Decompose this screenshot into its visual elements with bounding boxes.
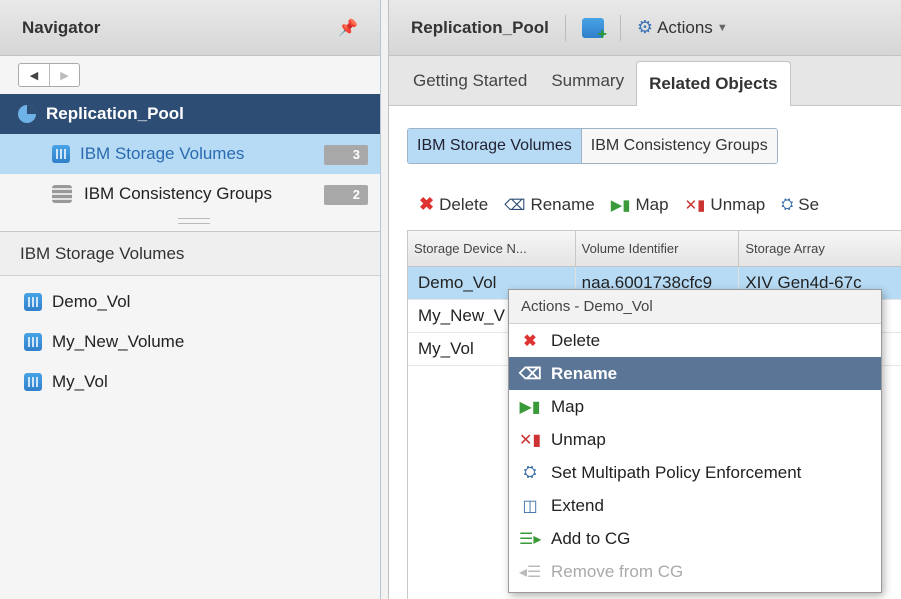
delete-button[interactable]: ✖ Delete xyxy=(419,194,488,215)
history-buttons: ◀ ▶ xyxy=(18,63,80,87)
menu-item-add-to-cg[interactable]: ☰▸ Add to CG xyxy=(509,522,881,555)
extend-icon: ◫ xyxy=(522,497,538,515)
main-header: Replication_Pool ⚙ Actions ▼ xyxy=(389,0,901,56)
volume-icon xyxy=(24,373,42,391)
tree-root-replication-pool[interactable]: Replication_Pool xyxy=(0,94,380,134)
rename-label: Rename xyxy=(530,194,595,214)
splitter-handle[interactable] xyxy=(0,214,380,232)
list-item-label: My_Vol xyxy=(52,372,108,391)
tab-getting-started[interactable]: Getting Started xyxy=(401,71,539,105)
column-header[interactable]: Storage Device N... xyxy=(408,231,576,266)
rename-icon: ⌫ xyxy=(504,196,526,214)
back-arrow-icon[interactable]: ◀ xyxy=(19,64,49,86)
actions-label: Actions xyxy=(657,17,713,37)
multipath-icon: ⛭ xyxy=(781,196,794,213)
navigator-panel: Navigator 📌 ◀ ▶ Replication_Pool IBM Sto… xyxy=(0,0,381,599)
list-item-label: Demo_Vol xyxy=(52,292,131,311)
volume-icon xyxy=(52,145,70,163)
divider xyxy=(564,14,566,41)
tree-item-label: IBM Storage Volumes xyxy=(80,144,245,163)
unmap-button[interactable]: ✕▮ Unmap xyxy=(685,194,766,215)
delete-icon: ✖ xyxy=(419,194,435,214)
remove-cg-icon: ◂☰ xyxy=(519,563,542,581)
tree-item-consistency-groups[interactable]: IBM Consistency Groups 2 xyxy=(0,174,380,214)
menu-item-label: Delete xyxy=(551,330,601,350)
menu-item-unmap[interactable]: ✕▮ Unmap xyxy=(509,423,881,456)
menu-item-remove-from-cg: ◂☰ Remove from CG xyxy=(509,555,881,588)
tab-summary[interactable]: Summary xyxy=(539,71,636,105)
new-volume-icon[interactable] xyxy=(581,17,607,44)
chevron-down-icon: ▼ xyxy=(716,21,728,34)
menu-item-delete[interactable]: ✖ Delete xyxy=(509,324,881,357)
menu-item-label: Map xyxy=(551,396,585,416)
list-header: IBM Storage Volumes xyxy=(0,232,380,276)
context-menu: Actions - Demo_Vol ✖ Delete ⌫ Rename ▶▮ … xyxy=(508,289,882,593)
volume-icon xyxy=(24,333,42,351)
pin-icon[interactable]: 📌 xyxy=(338,18,358,38)
map-icon: ▶▮ xyxy=(610,196,631,214)
subtab-storage-volumes[interactable]: IBM Storage Volumes xyxy=(408,129,582,163)
add-cg-icon: ☰▸ xyxy=(519,530,542,548)
menu-item-set-multipath[interactable]: ⛭ Set Multipath Policy Enforcement xyxy=(509,456,881,489)
list-item[interactable]: My_Vol xyxy=(0,362,380,402)
list-item[interactable]: My_New_Volume xyxy=(0,322,380,362)
menu-item-rename[interactable]: ⌫ Rename xyxy=(509,357,881,390)
multipath-icon: ⛭ xyxy=(523,463,537,481)
set-multipath-label: Se xyxy=(798,194,820,214)
page-title: Replication_Pool xyxy=(411,17,549,37)
map-button[interactable]: ▶▮ Map xyxy=(611,194,669,215)
menu-item-label: Add to CG xyxy=(551,528,631,548)
count-badge: 3 xyxy=(324,145,368,165)
map-icon: ▶▮ xyxy=(519,398,541,416)
rename-icon: ⌫ xyxy=(519,365,542,383)
volume-list: Demo_Vol My_New_Volume My_Vol xyxy=(0,282,380,402)
table-header: Storage Device N... Volume Identifier St… xyxy=(408,231,901,267)
unmap-icon: ✕▮ xyxy=(519,431,542,449)
history-bar: ◀ ▶ xyxy=(0,56,380,94)
toolbar: ✖ Delete ⌫ Rename ▶▮ Map ✕▮ Unmap ⛭ Se xyxy=(419,194,819,215)
map-label: Map xyxy=(635,194,669,214)
menu-item-label: Extend xyxy=(551,495,604,515)
context-menu-title: Actions - Demo_Vol xyxy=(509,290,881,324)
menu-item-extend[interactable]: ◫ Extend xyxy=(509,489,881,522)
tree-root-label: Replication_Pool xyxy=(46,104,184,123)
actions-menu-button[interactable]: ⚙ Actions ▼ xyxy=(637,17,728,38)
menu-item-label: Rename xyxy=(551,363,618,383)
pool-icon xyxy=(18,105,36,123)
unmap-icon: ✕▮ xyxy=(684,196,706,214)
subtab-consistency-groups[interactable]: IBM Consistency Groups xyxy=(581,129,777,163)
unmap-label: Unmap xyxy=(710,194,766,214)
forward-arrow-icon[interactable]: ▶ xyxy=(49,64,79,86)
menu-item-map[interactable]: ▶▮ Map xyxy=(509,390,881,423)
menu-item-label: Remove from CG xyxy=(551,561,684,581)
gear-icon: ⚙ xyxy=(636,17,654,37)
tab-bar: Getting Started Summary Related Objects xyxy=(389,56,901,106)
delete-label: Delete xyxy=(439,194,489,214)
volume-icon xyxy=(24,293,42,311)
consistency-group-icon xyxy=(52,185,72,203)
delete-icon: ✖ xyxy=(523,332,537,350)
vsphere-window: Navigator 📌 ◀ ▶ Replication_Pool IBM Sto… xyxy=(0,0,901,599)
menu-item-label: Set Multipath Policy Enforcement xyxy=(551,462,802,482)
set-multipath-button[interactable]: ⛭ Se xyxy=(781,194,819,215)
navigator-title: Navigator xyxy=(22,17,101,37)
tree-item-storage-volumes[interactable]: IBM Storage Volumes 3 xyxy=(0,134,380,174)
subtab-group: IBM Storage Volumes IBM Consistency Grou… xyxy=(407,128,778,164)
rename-button[interactable]: ⌫ Rename xyxy=(504,194,594,215)
list-item[interactable]: Demo_Vol xyxy=(0,282,380,322)
menu-item-label: Unmap xyxy=(551,429,606,449)
divider xyxy=(619,14,621,41)
column-header[interactable]: Storage Array xyxy=(739,231,901,266)
tab-related-objects[interactable]: Related Objects xyxy=(636,61,791,106)
tree-item-label: IBM Consistency Groups xyxy=(84,184,273,203)
count-badge: 2 xyxy=(324,185,368,205)
navigator-header: Navigator 📌 xyxy=(0,0,380,56)
list-item-label: My_New_Volume xyxy=(52,332,185,351)
column-header[interactable]: Volume Identifier xyxy=(576,231,740,266)
